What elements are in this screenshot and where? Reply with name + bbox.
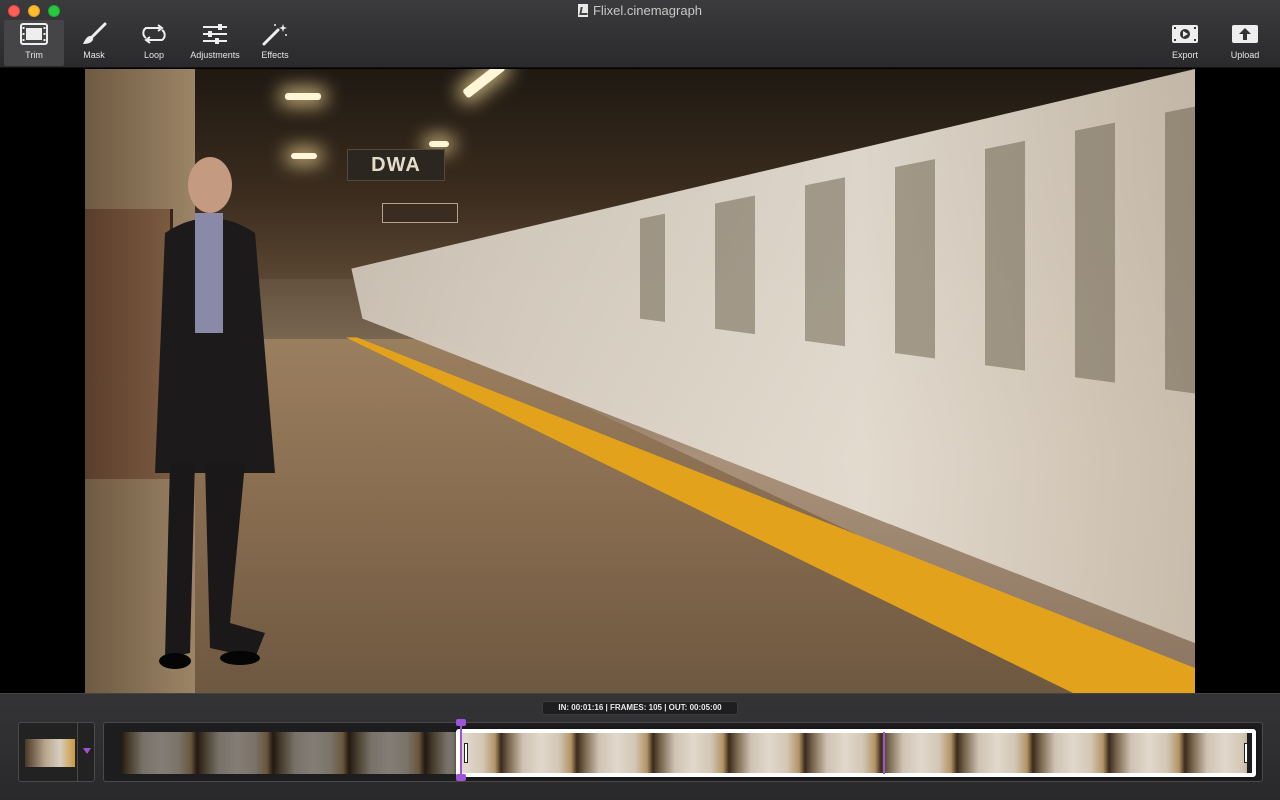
minimize-window-button[interactable] [28,5,40,17]
upload-button[interactable]: Upload [1215,20,1275,66]
export-film-icon [1169,20,1201,48]
trim-readout: IN: 00:01:16 | FRAMES: 105 | OUT: 00:05:… [542,701,738,715]
window-controls [8,5,60,17]
marker-cap [456,774,466,781]
trim-button[interactable]: Trim [4,20,64,66]
magic-wand-icon [259,20,291,48]
station-board [382,203,458,223]
video-stage: DWA [0,69,1280,693]
video-preview[interactable]: DWA [85,69,1195,693]
station-sign: DWA [347,149,445,181]
mask-button[interactable]: Mask [64,20,124,66]
chevron-down-icon[interactable] [83,748,91,754]
loop-button[interactable]: Loop [124,20,184,66]
divider [77,723,78,781]
trim-selection[interactable] [456,729,1256,777]
source-clip-selector[interactable] [18,722,95,782]
upload-icon [1229,20,1261,48]
scene-person [135,153,295,673]
brush-icon [78,20,110,48]
document-icon [577,4,588,17]
trimmed-region-overlay [121,732,458,774]
film-trim-icon [18,20,50,48]
window-toolbar: Flixel.cinemagraph Trim Mask Loop Adjust… [0,0,1280,68]
filmstrip-timeline[interactable] [103,719,1263,782]
timeline-panel: IN: 00:01:16 | FRAMES: 105 | OUT: 00:05:… [0,693,1280,800]
playhead[interactable] [883,732,885,774]
window-title: Flixel.cinemagraph [0,3,1280,18]
effects-button[interactable]: Effects [245,20,305,66]
export-button[interactable]: Export [1155,20,1215,66]
sliders-icon [199,20,231,48]
marker-line [460,723,462,777]
in-point-marker[interactable] [456,719,466,781]
clip-thumbnail [25,739,75,767]
close-window-button[interactable] [8,5,20,17]
ceiling-light [285,93,321,100]
zoom-window-button[interactable] [48,5,60,17]
ceiling-light [429,141,449,147]
adjustments-button[interactable]: Adjustments [185,20,245,66]
loop-icon [138,20,170,48]
out-handle[interactable] [1244,743,1248,763]
